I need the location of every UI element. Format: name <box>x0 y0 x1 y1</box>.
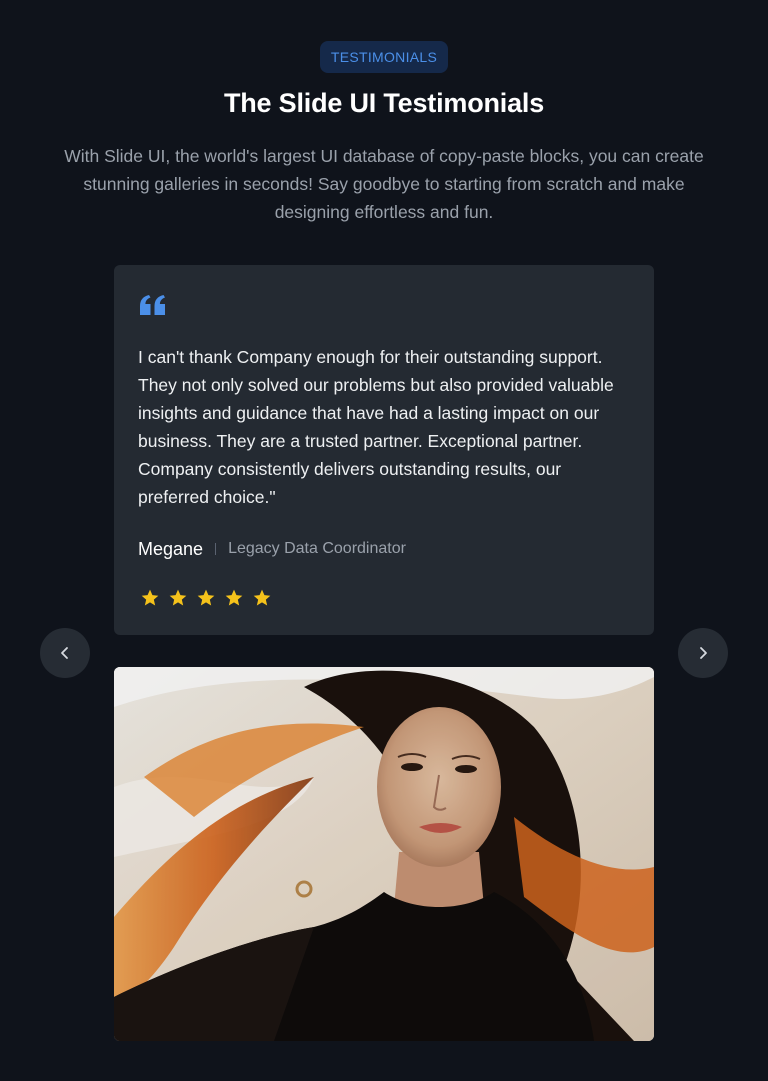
chevron-right-icon <box>700 647 707 659</box>
author-divider <box>215 543 217 555</box>
testimonial-card: I can't thank Company enough for their o… <box>114 265 654 635</box>
page-title: The Slide UI Testimonials <box>223 88 545 118</box>
star-icon <box>225 589 243 606</box>
star-icon <box>169 589 187 606</box>
testimonial-quote: I can't thank Company enough for their o… <box>138 347 614 507</box>
section-badge: TESTIMONIALS <box>320 41 448 73</box>
star-rating <box>140 588 272 608</box>
testimonial-photo <box>114 667 654 1041</box>
author-name: Megane <box>138 538 204 559</box>
previous-slide-button[interactable] <box>40 628 90 678</box>
star-icon <box>141 589 159 606</box>
star-icon <box>197 589 215 606</box>
chevron-left-icon <box>61 647 68 659</box>
testimonials-section: TESTIMONIALS The Slide UI Testimonials W… <box>0 0 768 1081</box>
author-role: Legacy Data Coordinator <box>228 540 406 557</box>
star-icon <box>253 589 271 606</box>
testimonial-author: Megane Legacy Data Coordinator <box>138 537 406 561</box>
quote-icon <box>140 295 165 315</box>
portrait-image <box>114 667 654 1041</box>
next-slide-button[interactable] <box>678 628 728 678</box>
page-subtitle: With Slide UI, the world's largest UI da… <box>64 146 704 222</box>
